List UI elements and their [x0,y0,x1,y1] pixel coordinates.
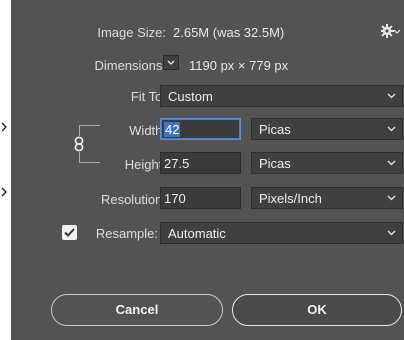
height-unit-select[interactable]: Picas [251,152,403,174]
width-unit-value: Picas [259,122,291,137]
left-arrow-icon [0,186,8,198]
fit-to-select[interactable]: Custom [160,85,403,107]
resolution-input[interactable]: 170 [160,187,241,209]
resample-label: Resample: [95,226,158,241]
height-unit-value: Picas [259,156,291,171]
resolution-unit-value: Pixels/Inch [259,191,322,206]
chevron-down-icon [387,230,396,236]
left-arrow-icon [0,121,8,133]
ok-button[interactable]: OK [232,294,402,326]
constrain-proportions-link-icon[interactable] [73,136,86,152]
resample-select[interactable]: Automatic [160,222,403,244]
resample-checkbox[interactable] [62,225,77,240]
resolution-label: Resolution: [100,192,166,207]
fit-to-value: Custom [168,89,213,104]
resample-value: Automatic [168,226,226,241]
resolution-unit-select[interactable]: Pixels/Inch [251,187,403,209]
dimensions-label: Dimensions: [94,58,166,73]
dimensions-units-dropdown[interactable] [163,55,179,70]
resolution-value: 170 [164,191,186,206]
constrain-bracket-bottom [79,151,100,163]
image-size-label: Image Size: [97,25,166,40]
width-value: 42 [164,122,181,137]
chevron-down-icon [387,126,396,132]
width-unit-select[interactable]: Picas [251,118,403,140]
chevron-down-icon [387,195,396,201]
width-input[interactable]: 42 [160,118,241,140]
cancel-button[interactable]: Cancel [51,294,223,326]
height-value: 27.5 [164,156,190,171]
image-size-dialog: Image Size: 2.65M (was 32.5M) Dimensions… [11,0,404,340]
gear-menu-icon[interactable] [380,23,401,39]
height-input[interactable]: 27.5 [160,152,241,174]
image-size-value: 2.65M (was 32.5M) [173,25,285,40]
checkmark-icon [64,228,75,237]
dimensions-value: 1190 px × 779 px [189,58,289,73]
chevron-down-icon [387,93,396,99]
chevron-down-icon [387,160,396,166]
